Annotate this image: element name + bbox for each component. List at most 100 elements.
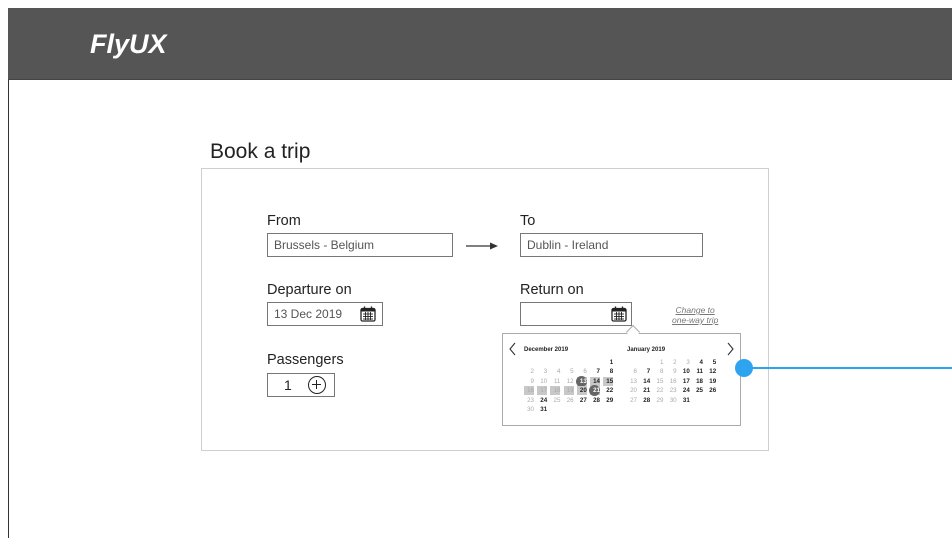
- calendar-day[interactable]: 25: [693, 386, 703, 395]
- calendar-day[interactable]: 2: [524, 367, 534, 376]
- app-logo[interactable]: FlyUX: [90, 29, 167, 60]
- calendar-day[interactable]: 23: [667, 386, 677, 395]
- calendar-day[interactable]: 21: [589, 385, 600, 397]
- right-month-title: January 2019: [627, 347, 666, 353]
- calendar-day-number: 6: [583, 368, 587, 376]
- calendar-day[interactable]: 28: [590, 396, 600, 405]
- calendar-day[interactable]: 10: [680, 367, 690, 376]
- change-to-one-way-link[interactable]: Change to one-way trip: [672, 305, 718, 325]
- passengers-count: 1: [284, 377, 292, 393]
- calendar-day[interactable]: 27: [627, 396, 637, 405]
- calendar-day-number: 28: [593, 396, 600, 404]
- direction-arrow-icon: [466, 242, 498, 250]
- calendar-day[interactable]: 30: [667, 396, 677, 405]
- calendar-day-number: 14: [643, 377, 651, 385]
- calendar-day[interactable]: 23: [524, 396, 534, 405]
- calendar-day[interactable]: 19: [706, 377, 716, 386]
- calendar-day-number: 31: [540, 406, 548, 413]
- calendar-day-number: 28: [643, 396, 651, 404]
- calendar-day[interactable]: 29: [653, 396, 664, 405]
- calendar-day-number: 23: [527, 396, 534, 404]
- calendar-day[interactable]: 16: [524, 386, 534, 396]
- calendar-day[interactable]: 25: [550, 396, 561, 405]
- passengers-label: Passengers: [267, 352, 344, 368]
- calendar-day-number: 15: [606, 377, 614, 385]
- calendar-day[interactable]: 5: [564, 367, 573, 376]
- calendar-day[interactable]: 12: [564, 377, 574, 386]
- calendar-day[interactable]: 9: [524, 377, 534, 386]
- calendar-day[interactable]: 17: [680, 377, 690, 386]
- return-calendar-icon[interactable]: [611, 306, 627, 322]
- calendar-day-number: 19: [566, 387, 574, 395]
- annotation-marker: [735, 359, 753, 377]
- calendar-day[interactable]: 13: [575, 375, 587, 387]
- calendar-day[interactable]: 31: [537, 405, 547, 414]
- calendar-day[interactable]: 6: [627, 367, 637, 376]
- calendar-day[interactable]: 4: [550, 367, 560, 376]
- calendar-day[interactable]: 31: [680, 396, 690, 405]
- calendar-day-number: 30: [669, 396, 677, 404]
- calendar-day[interactable]: 11: [693, 367, 703, 376]
- calendar-day[interactable]: 28: [640, 396, 650, 405]
- calendar-day[interactable]: 16: [667, 377, 677, 386]
- calendar-day-number: 9: [673, 368, 677, 376]
- calendar-day[interactable]: 8: [603, 367, 613, 376]
- calendar-day[interactable]: 12: [706, 367, 716, 376]
- calendar-day[interactable]: 4: [693, 358, 703, 367]
- calendar-day-number: 30: [527, 406, 534, 413]
- calendar-day[interactable]: 15: [653, 377, 664, 386]
- calendar-day[interactable]: 13: [627, 377, 637, 386]
- calendar-day-number: 4: [699, 359, 703, 366]
- chevron-right-icon[interactable]: [725, 342, 735, 356]
- calendar-day[interactable]: 18: [693, 377, 703, 386]
- chevron-left-icon[interactable]: [508, 342, 518, 356]
- calendar-day[interactable]: 15: [603, 376, 614, 386]
- calendar-day[interactable]: 1: [653, 358, 663, 367]
- calendar-day[interactable]: 11: [550, 377, 560, 386]
- calendar-day[interactable]: 24: [537, 396, 547, 405]
- calendar-day[interactable]: 8: [653, 367, 663, 376]
- departure-calendar-icon[interactable]: [360, 306, 376, 322]
- left-month-title: December 2019: [524, 347, 569, 353]
- calendar-day-number: 9: [530, 377, 534, 385]
- calendar-day-number: 29: [606, 396, 614, 404]
- calendar-day[interactable]: 26: [564, 396, 574, 405]
- calendar-day[interactable]: 30: [524, 405, 534, 414]
- calendar-day[interactable]: 20: [627, 386, 637, 395]
- calendar-day[interactable]: 21: [640, 386, 650, 395]
- calendar-day-number: 20: [579, 387, 587, 395]
- calendar-day-number: 1: [609, 359, 614, 366]
- calendar-day[interactable]: 17: [537, 386, 548, 396]
- calendar-day[interactable]: 7: [640, 367, 650, 376]
- calendar-day[interactable]: 9: [667, 367, 677, 376]
- calendar-day[interactable]: 3: [680, 358, 689, 367]
- calendar-day[interactable]: 18: [550, 386, 561, 396]
- calendar-day[interactable]: 22: [603, 386, 613, 395]
- from-label: From: [267, 213, 301, 229]
- calendar-day[interactable]: 14: [640, 377, 650, 386]
- calendar-day[interactable]: 27: [577, 396, 587, 405]
- calendar-day[interactable]: 29: [603, 396, 613, 405]
- calendar-day-number: 26: [566, 396, 574, 404]
- change-link-line1: Change to: [675, 305, 715, 315]
- calendar-day[interactable]: 7: [590, 367, 600, 376]
- calendar-day[interactable]: 2: [667, 358, 676, 367]
- calendar-day-number: 17: [540, 387, 548, 395]
- calendar-day[interactable]: 5: [706, 358, 716, 367]
- calendar-day-number: 17: [682, 377, 690, 385]
- calendar-day[interactable]: 19: [563, 386, 574, 396]
- calendar-day[interactable]: 22: [653, 386, 664, 395]
- add-passenger-button[interactable]: [308, 376, 326, 394]
- calendar-day[interactable]: 1: [603, 358, 613, 367]
- calendar-day[interactable]: 26: [706, 386, 716, 395]
- calendar-day[interactable]: 24: [680, 386, 690, 395]
- calendar-day[interactable]: 20: [576, 386, 587, 396]
- calendar-day-number: 19: [709, 377, 717, 385]
- calendar-day-number: 27: [579, 396, 587, 404]
- from-input[interactable]: Brussels - Belgium: [267, 233, 453, 257]
- to-input[interactable]: Dublin - Ireland: [520, 233, 703, 257]
- departure-date-value: 13 Dec 2019: [274, 307, 343, 321]
- calendar-day[interactable]: 10: [537, 377, 547, 386]
- calendar-day[interactable]: 3: [537, 367, 547, 376]
- calendar-day-number: 26: [709, 387, 717, 395]
